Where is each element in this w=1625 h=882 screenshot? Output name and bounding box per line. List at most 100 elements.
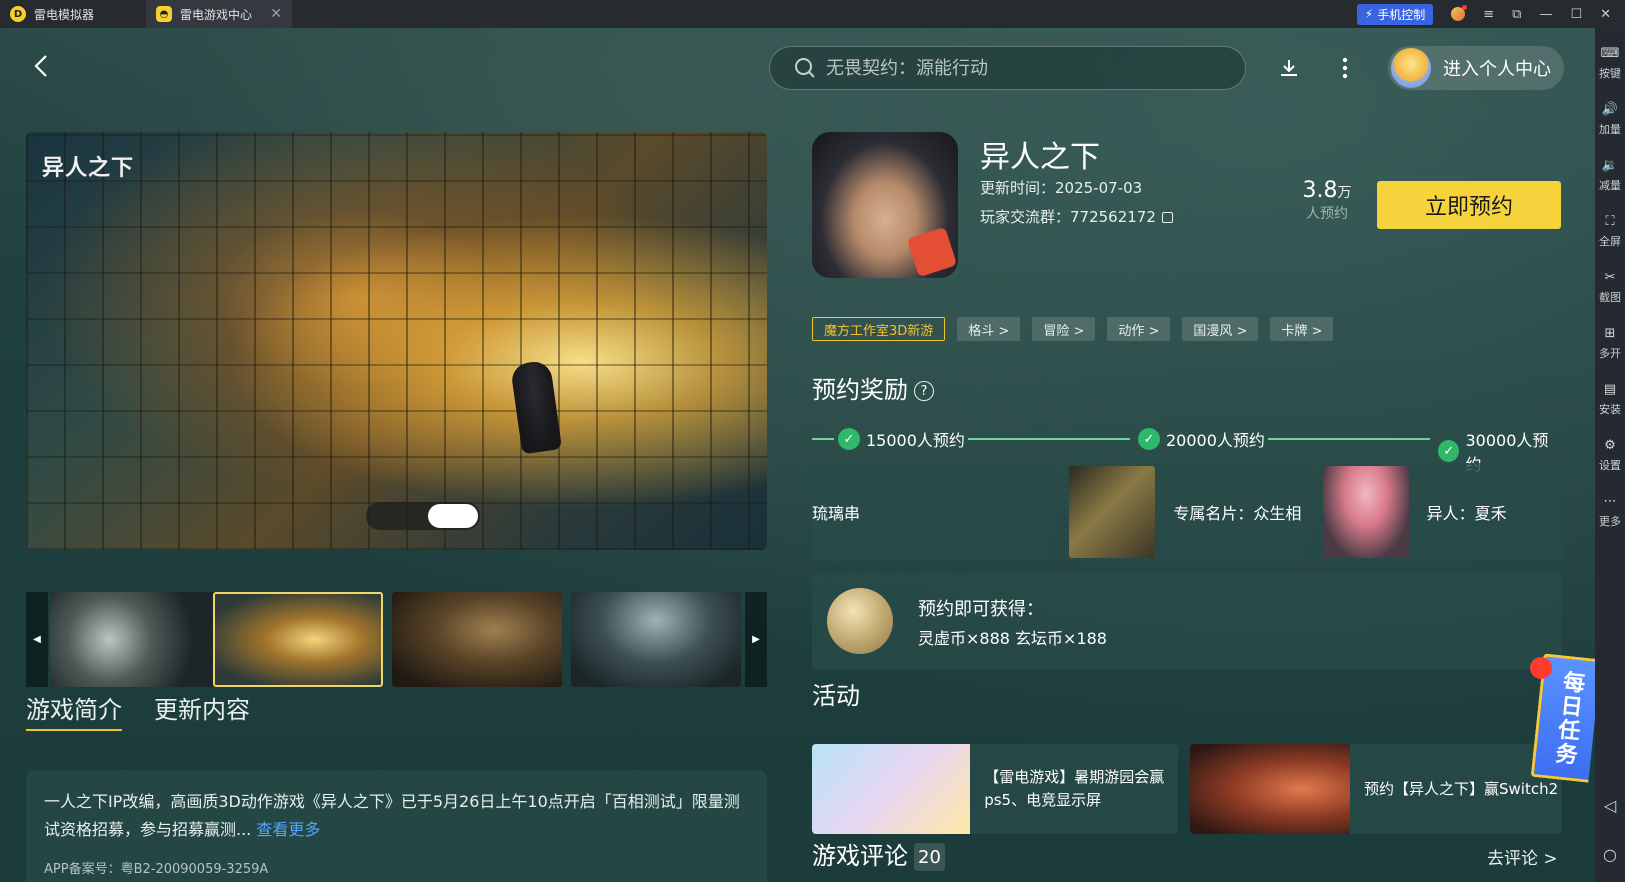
sidebar-item-multi[interactable]: ⊞ 多开 bbox=[1595, 316, 1625, 372]
thumbnail-2-selected[interactable] bbox=[213, 592, 383, 687]
go-review-link[interactable]: 去评论 > bbox=[1487, 844, 1558, 869]
sidebar-item-more[interactable]: ⋯ 更多 bbox=[1595, 484, 1625, 540]
keyboard-icon: ⌨ bbox=[1600, 46, 1620, 61]
sidebar-label: 截图 bbox=[1599, 291, 1621, 304]
nav-buttons: ◁ ○ bbox=[1603, 796, 1617, 864]
thumbnail-3[interactable] bbox=[392, 592, 562, 687]
carousel-prev-icon[interactable]: ◀ bbox=[26, 592, 48, 687]
player-group: 玩家交流群：772562172 bbox=[980, 206, 1173, 227]
tag-action[interactable]: 动作 > bbox=[1107, 317, 1171, 341]
tab-game-center[interactable]: ◓ 雷电游戏中心 ✕ bbox=[146, 0, 292, 28]
milestone-label: 15000人预约 bbox=[866, 431, 965, 450]
download-icon[interactable] bbox=[1275, 54, 1303, 82]
sidebar-item-settings[interactable]: ⚙ 设置 bbox=[1595, 428, 1625, 484]
see-more-link[interactable]: 查看更多 bbox=[256, 820, 320, 839]
reservation-count: 3.8万 人预约 bbox=[1282, 178, 1372, 223]
tag-card[interactable]: 卡牌 > bbox=[1270, 317, 1334, 341]
reward-items: 琉璃串 专属名片：众生相 异人：夏禾 bbox=[812, 463, 1562, 561]
hero-scaffold-pattern bbox=[26, 132, 767, 550]
restore-icon[interactable]: ⧉ bbox=[1512, 7, 1521, 22]
reward-item-3[interactable]: 异人：夏禾 bbox=[1318, 463, 1562, 561]
menu-icon[interactable]: ≡ bbox=[1483, 7, 1494, 22]
emulator-toolbar: ⌨ 按键 🔊 加量 🔉 减量 ⛶ 全屏 ✂ 截图 ⊞ 多开 ▤ 安装 ⚙ 设置 ⋯ 更多 ◁ ○ bbox=[1595, 28, 1625, 882]
sidebar-label: 安装 bbox=[1599, 403, 1621, 416]
reward-section-title: 预约奖励? bbox=[812, 370, 934, 405]
reserve-coin-reward: 预约即可获得： 灵虚币×888 玄坛币×188 bbox=[812, 573, 1562, 669]
intro-text: 一人之下IP改编，高画质3D动作游戏《异人之下》已于5月26日上午10点开启「百… bbox=[44, 788, 749, 844]
reward-label: 专属名片：众生相 bbox=[1173, 504, 1302, 523]
tag-fighting[interactable]: 格斗 > bbox=[957, 317, 1021, 341]
tag-guoman[interactable]: 国漫风 > bbox=[1182, 317, 1259, 341]
game-detail-page: 进入个人中心 异人之下 ◀ ▶ 游戏简介 更新内容 一人之下IP改编，高画质3D… bbox=[0, 28, 1595, 882]
tab-emulator[interactable]: D 雷电模拟器 bbox=[0, 0, 146, 28]
coin-icon bbox=[812, 573, 908, 669]
review-section-title: 游戏评论 20 bbox=[812, 836, 945, 871]
milestone-1: ✓ 15000人预约 bbox=[838, 427, 965, 451]
hero-banner[interactable]: 异人之下 bbox=[26, 132, 767, 550]
reward-item-1[interactable]: 琉璃串 bbox=[812, 463, 1056, 561]
reward-character-image bbox=[1322, 466, 1409, 558]
screenshot-carousel: ◀ ▶ bbox=[26, 592, 767, 687]
more-options-icon[interactable] bbox=[1331, 54, 1359, 82]
avatar bbox=[1391, 48, 1431, 88]
sidebar-label: 减量 bbox=[1599, 179, 1621, 192]
sidebar-item-install[interactable]: ▤ 安装 bbox=[1595, 372, 1625, 428]
thumbnail-4[interactable] bbox=[571, 592, 741, 687]
reward-milestones: ✓15000人预约 ✓20000人预约 ✓30000人预约 bbox=[812, 427, 1562, 474]
daily-task-label: 每日任务 bbox=[1550, 669, 1586, 768]
tag-adventure[interactable]: 冒险 > bbox=[1032, 317, 1096, 341]
carousel-next-icon[interactable]: ▶ bbox=[745, 592, 767, 687]
gear-icon: ⚙ bbox=[1604, 438, 1616, 453]
help-icon[interactable]: ? bbox=[914, 381, 934, 401]
profile-center-button[interactable]: 进入个人中心 bbox=[1388, 46, 1564, 90]
more-icon: ⋯ bbox=[1603, 494, 1617, 509]
reserve-label: 人预约 bbox=[1306, 206, 1348, 222]
reserve-number: 3.8 bbox=[1302, 178, 1338, 203]
tab-update[interactable]: 更新内容 bbox=[154, 690, 250, 731]
close-icon[interactable]: ✕ bbox=[270, 6, 282, 22]
reward-title-text: 预约奖励 bbox=[812, 376, 908, 404]
activity-card-1[interactable]: 【雷电游戏】暑期游园会赢ps5、电竞显示屏 bbox=[812, 744, 1178, 834]
progress-line bbox=[968, 438, 1130, 440]
notification-dot bbox=[1530, 657, 1552, 679]
sidebar-item-fullscreen[interactable]: ⛶ 全屏 bbox=[1595, 204, 1625, 260]
sidebar-item-volume-up[interactable]: 🔊 加量 bbox=[1595, 92, 1625, 148]
copy-icon[interactable] bbox=[1161, 212, 1173, 223]
reserve-now-button[interactable]: 立即预约 bbox=[1377, 181, 1561, 229]
tab-label: 雷电模拟器 bbox=[34, 7, 95, 22]
sidebar-item-screenshot[interactable]: ✂ 截图 bbox=[1595, 260, 1625, 316]
search-input[interactable] bbox=[826, 57, 1206, 79]
back-arrow-icon[interactable] bbox=[32, 54, 52, 78]
tag-studio[interactable]: 魔方工作室3D新游 bbox=[812, 317, 946, 341]
progress-line bbox=[812, 438, 834, 440]
intro-panel: 一人之下IP改编，高画质3D动作游戏《异人之下》已于5月26日上午10点开启「百… bbox=[26, 770, 767, 882]
back-triangle-icon[interactable]: ◁ bbox=[1604, 796, 1616, 815]
progress-line bbox=[1268, 438, 1430, 440]
sidebar-label: 更多 bbox=[1599, 515, 1621, 528]
activity-text: 【雷电游戏】暑期游园会赢ps5、电竞显示屏 bbox=[984, 768, 1165, 809]
tab-intro[interactable]: 游戏简介 bbox=[26, 690, 122, 731]
search-bar[interactable] bbox=[769, 46, 1246, 90]
tab-label: 雷电游戏中心 bbox=[180, 7, 253, 22]
minimize-icon[interactable]: — bbox=[1539, 7, 1552, 22]
milestone-label: 20000人预约 bbox=[1166, 431, 1265, 450]
thumbnail-1[interactable] bbox=[50, 592, 220, 687]
search-icon bbox=[795, 58, 815, 78]
activity-card-2[interactable]: 预约【异人之下】赢Switch2 bbox=[1190, 744, 1562, 834]
home-circle-icon[interactable]: ○ bbox=[1603, 845, 1617, 864]
app-registration: APP备案号：粤B2-20090059-3259A bbox=[44, 862, 269, 877]
sidebar-item-volume-down[interactable]: 🔉 减量 bbox=[1595, 148, 1625, 204]
multi-instance-icon: ⊞ bbox=[1604, 326, 1616, 341]
reward-label: 琉璃串 bbox=[812, 504, 861, 523]
volume-down-icon: 🔉 bbox=[1601, 158, 1619, 173]
user-avatar[interactable] bbox=[1451, 5, 1468, 21]
phone-control-button[interactable]: ⚡ 手机控制 bbox=[1356, 3, 1434, 25]
maximize-icon[interactable]: ☐ bbox=[1570, 7, 1582, 22]
sidebar-item-keys[interactable]: ⌨ 按键 bbox=[1595, 36, 1625, 92]
game-center-logo-icon: ◓ bbox=[156, 6, 172, 22]
video-progress-indicator[interactable] bbox=[366, 502, 480, 530]
reward-item-2[interactable]: 专属名片：众生相 bbox=[1065, 463, 1309, 561]
game-tags: 魔方工作室3D新游 格斗 > 冒险 > 动作 > 国漫风 > 卡牌 > bbox=[812, 317, 1334, 341]
close-window-icon[interactable]: ✕ bbox=[1600, 7, 1611, 22]
lightning-icon: ⚡ bbox=[1364, 7, 1374, 21]
